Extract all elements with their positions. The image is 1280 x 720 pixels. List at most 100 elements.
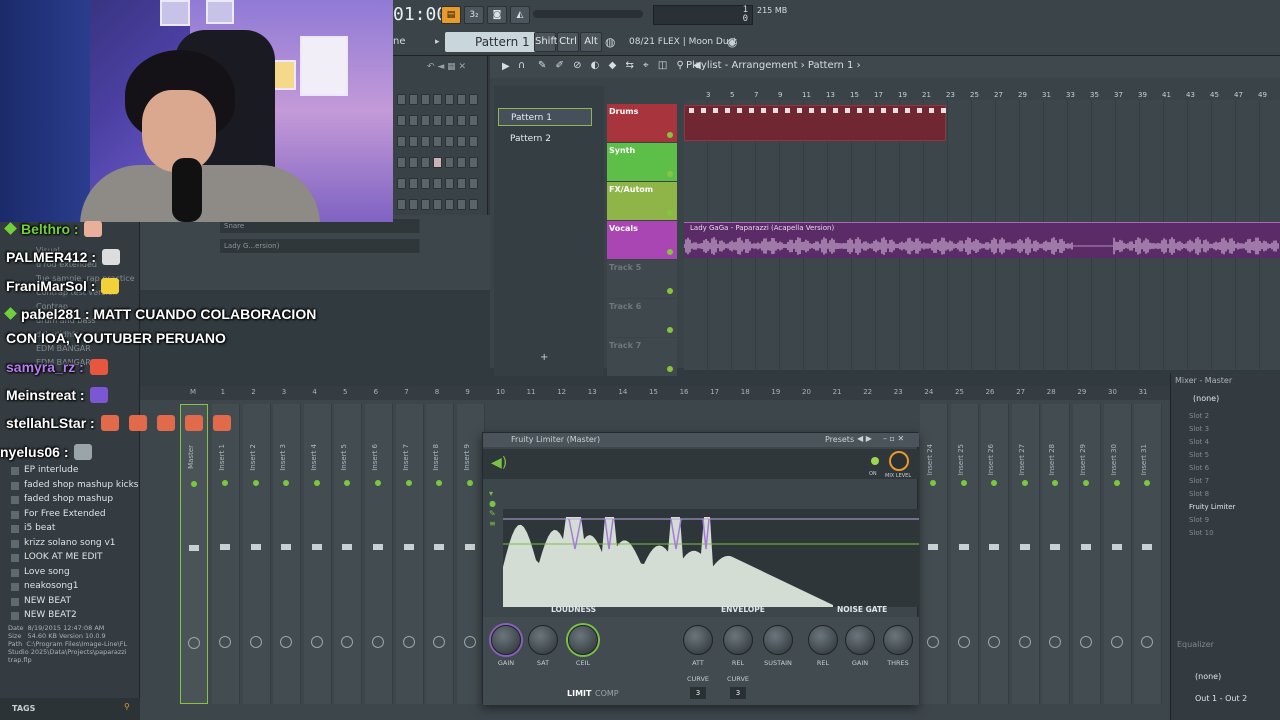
track-header[interactable]: Track 7 — [607, 338, 677, 376]
volume-fader[interactable] — [434, 544, 445, 550]
speaker-icon[interactable]: ◀) — [491, 455, 507, 471]
pattern-select[interactable]: Pattern 1 — [445, 32, 537, 52]
pan-knob[interactable] — [310, 636, 323, 648]
pattern-item[interactable]: Pattern 2 — [498, 130, 592, 148]
section-envelope[interactable]: ENVELOPE — [721, 605, 765, 614]
browser-item[interactable]: i5 beat — [10, 523, 55, 533]
effect-slot[interactable]: Slot 3 — [1189, 425, 1209, 433]
track-led-icon[interactable] — [667, 366, 673, 372]
comp-tab[interactable]: COMP — [595, 689, 619, 698]
effect-slot[interactable]: Slot 10 — [1189, 529, 1214, 537]
step-pad[interactable] — [457, 199, 466, 210]
insert-led-icon[interactable] — [466, 480, 473, 486]
wait-input-icon[interactable]: 3₂ — [464, 6, 484, 24]
chat-username[interactable]: pabel281 : — [21, 306, 93, 322]
insert-led-icon[interactable] — [1083, 480, 1089, 486]
track-led-icon[interactable] — [667, 249, 673, 255]
insert-led-icon[interactable] — [960, 480, 967, 486]
step-pad[interactable] — [445, 199, 454, 210]
volume-fader[interactable] — [464, 544, 475, 550]
volume-fader[interactable] — [1050, 544, 1061, 550]
chat-username[interactable]: PALMER412 : — [6, 249, 100, 265]
mixer-insert-strip[interactable]: Insert 7 — [395, 404, 424, 704]
step-pad[interactable] — [397, 157, 406, 168]
search-icon[interactable]: ⚲ — [124, 702, 130, 711]
step-pad[interactable] — [409, 178, 418, 189]
on-led[interactable] — [871, 457, 879, 465]
effect-slot[interactable]: Slot 9 — [1189, 516, 1209, 524]
step-pad[interactable] — [445, 157, 454, 168]
track-led-icon[interactable] — [667, 132, 673, 138]
mixer-insert-strip[interactable]: Insert 3 — [273, 404, 302, 704]
recording-filter-icon[interactable]: ◭ — [510, 6, 530, 24]
browser-item[interactable]: Love song — [11, 567, 70, 577]
pan-knob[interactable] — [280, 636, 293, 648]
track-header[interactable]: Synth — [607, 143, 677, 181]
section-loudness[interactable]: LOUDNESS — [551, 605, 596, 614]
pattern-next-icon[interactable]: ▸ — [435, 32, 440, 52]
step-pad[interactable] — [469, 136, 478, 147]
step-pad[interactable] — [457, 136, 466, 147]
step-pad[interactable] — [469, 199, 478, 210]
effect-slot[interactable]: Slot 7 — [1189, 477, 1209, 485]
step-pad[interactable] — [469, 115, 478, 126]
tool-icons[interactable]: ✎ ✐ ⊘ ◐ ◆ ⇆ ⌖ ◫ ⚲ ◀ — [538, 60, 704, 71]
step-pad[interactable] — [409, 136, 418, 147]
track-led-icon[interactable] — [667, 171, 673, 177]
step-pad[interactable] — [397, 178, 406, 189]
effect-slot[interactable]: Slot 5 — [1189, 451, 1209, 459]
step-pad[interactable] — [409, 94, 418, 105]
volume-fader[interactable] — [989, 544, 1000, 550]
playlist-pattern-crumb[interactable]: Pattern 1 — [808, 60, 854, 71]
volume-fader[interactable] — [1142, 544, 1153, 550]
insert-led-icon[interactable] — [1021, 480, 1028, 486]
volume-fader[interactable] — [1081, 544, 1091, 550]
volume-fader[interactable] — [281, 544, 292, 550]
pan-knob[interactable] — [927, 636, 939, 648]
mixer-master-strip[interactable]: Master — [180, 404, 208, 704]
volume-fader[interactable] — [403, 544, 414, 550]
limiter-knob-sat[interactable] — [528, 625, 558, 655]
pan-knob[interactable] — [1018, 636, 1031, 648]
effect-slot[interactable]: Slot 6 — [1189, 464, 1209, 472]
insert-led-icon[interactable] — [191, 481, 197, 487]
step-pad[interactable] — [397, 115, 406, 126]
master-volume-slider[interactable] — [533, 10, 643, 18]
pan-knob[interactable] — [1141, 636, 1154, 648]
pan-knob[interactable] — [463, 636, 476, 648]
step-pad[interactable] — [445, 178, 454, 189]
insert-led-icon[interactable] — [313, 480, 320, 486]
chat-username[interactable]: stellahLStar : — [6, 415, 99, 431]
mixer-insert-strip[interactable]: Insert 5 — [334, 404, 363, 704]
drum-pattern-clip[interactable] — [684, 105, 946, 141]
insert-led-icon[interactable] — [436, 480, 443, 486]
insert-led-icon[interactable] — [405, 480, 412, 486]
step-pad[interactable] — [469, 94, 478, 105]
mixer-insert-strip[interactable]: Insert 24 — [920, 404, 948, 704]
limit-tab[interactable]: LIMIT — [567, 689, 591, 698]
step-edit-icon[interactable]: ◙ — [487, 6, 507, 24]
graph-tools-icon[interactable]: ▾ ● ✎ ≡ — [489, 489, 496, 529]
chat-username[interactable]: Meinstreat : — [6, 387, 88, 403]
alt-key[interactable]: Alt — [580, 32, 602, 52]
step-pad[interactable] — [433, 199, 442, 210]
insert-led-icon[interactable] — [222, 480, 228, 486]
effect-slot[interactable]: Slot 8 — [1189, 490, 1209, 498]
browser-item[interactable]: krizz solano song v1 — [11, 538, 116, 548]
effect-slot[interactable]: Fruity Limiter — [1189, 503, 1235, 511]
step-pad[interactable] — [397, 94, 406, 105]
volume-fader[interactable] — [189, 545, 199, 551]
pan-knob[interactable] — [188, 637, 200, 649]
step-pad[interactable] — [421, 178, 430, 189]
limiter-knob-rel[interactable] — [808, 625, 838, 655]
limiter-knob-thres[interactable] — [883, 625, 913, 655]
pan-knob[interactable] — [249, 636, 262, 648]
ctrl-key[interactable]: Ctrl — [557, 32, 579, 52]
limiter-knob-att[interactable] — [683, 625, 713, 655]
track-header[interactable]: Track 6 — [607, 299, 677, 337]
pan-knob[interactable] — [372, 636, 384, 648]
globe-icon[interactable]: ◉ — [727, 32, 737, 52]
step-pad[interactable] — [433, 157, 442, 168]
section-noise-gate[interactable]: NOISE GATE — [837, 605, 887, 614]
flex-news-text[interactable]: 08/21 FLEX | Moon Dust — [629, 32, 737, 52]
